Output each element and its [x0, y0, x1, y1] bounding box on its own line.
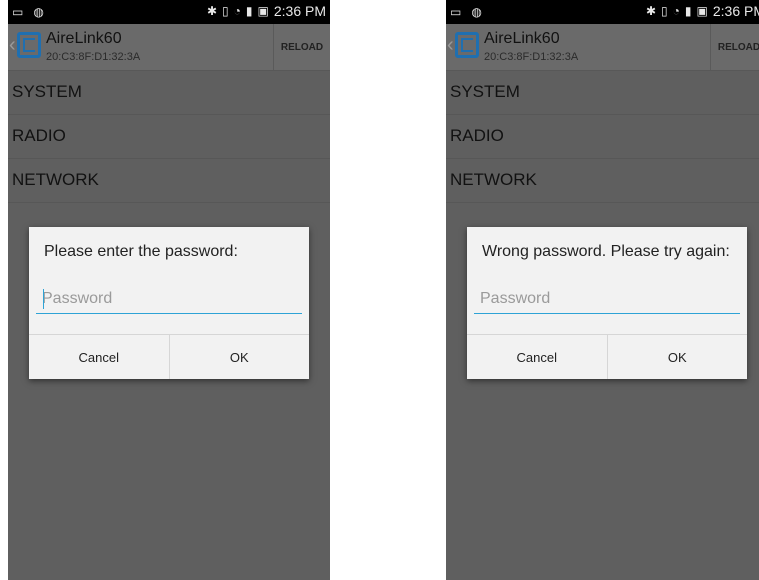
screenshot-icon: ▭	[450, 5, 462, 19]
vibrate-icon: ▯	[661, 4, 668, 18]
dialog-buttons: Cancel OK	[29, 334, 309, 379]
dialog-message: Wrong password. Please try again:	[482, 243, 730, 260]
battery-icon: ▣	[696, 4, 708, 18]
text-cursor	[43, 289, 44, 309]
bluetooth-icon: ✱	[206, 4, 218, 18]
menu-item-network[interactable]: NETWORK	[8, 158, 330, 203]
device-title: AireLink60	[484, 30, 560, 47]
screenshot-icon: ▭	[12, 5, 24, 19]
status-time: 2:36 PM	[273, 3, 326, 19]
reload-button[interactable]: RELOAD	[273, 24, 330, 70]
wifi-icon: ◔	[233, 4, 241, 18]
device-title: AireLink60	[46, 30, 122, 47]
password-dialog: Please enter the password: Cancel OK	[29, 227, 309, 379]
signal-icon: ▮	[684, 4, 692, 18]
password-field-container	[36, 287, 302, 314]
dialog-buttons: Cancel OK	[467, 334, 747, 379]
action-bar: ‹ AireLink60 20:C3:8F:D1:32:3A RELOAD	[8, 24, 330, 71]
menu-item-radio[interactable]: RADIO	[8, 114, 330, 159]
menu-item-network[interactable]: NETWORK	[446, 158, 759, 203]
status-bar: ▭ ◍ ✱ ▯ ◔ ▮ ▣ 2:36 PM	[8, 0, 330, 24]
notification-icon: ◍	[33, 5, 44, 19]
dialog-message: Please enter the password:	[44, 243, 238, 260]
device-mac-address: 20:C3:8F:D1:32:3A	[484, 51, 579, 63]
cancel-button[interactable]: Cancel	[467, 335, 607, 379]
notification-icon: ◍	[471, 5, 482, 19]
menu-item-system[interactable]: SYSTEM	[8, 70, 330, 115]
app-logo-icon	[455, 32, 479, 58]
menu-item-system[interactable]: SYSTEM	[446, 70, 759, 115]
phone-screen-left: ▭ ◍ ✱ ▯ ◔ ▮ ▣ 2:36 PM ‹ AireLink60 20:C3…	[8, 0, 330, 580]
wifi-icon: ◔	[672, 4, 680, 18]
password-input[interactable]	[36, 287, 302, 311]
status-bar: ▭ ◍ ✱ ▯ ◔ ▮ ▣ 2:36 PM	[446, 0, 759, 24]
reload-button[interactable]: RELOAD	[710, 24, 759, 70]
password-field-container	[474, 287, 740, 314]
back-chevron-icon[interactable]: ‹	[9, 34, 16, 57]
battery-icon: ▣	[257, 4, 269, 18]
ok-button[interactable]: OK	[606, 335, 748, 379]
status-time: 2:36 PM	[712, 3, 759, 19]
vibrate-icon: ▯	[222, 4, 229, 18]
signal-icon: ▮	[245, 4, 253, 18]
app-logo-icon	[17, 32, 41, 58]
password-input[interactable]	[474, 287, 740, 311]
back-chevron-icon[interactable]: ‹	[447, 34, 454, 57]
action-bar: ‹ AireLink60 20:C3:8F:D1:32:3A RELOAD	[446, 24, 759, 71]
ok-button[interactable]: OK	[168, 335, 310, 379]
menu-item-radio[interactable]: RADIO	[446, 114, 759, 159]
cancel-button[interactable]: Cancel	[29, 335, 169, 379]
phone-screen-right: ▭ ◍ ✱ ▯ ◔ ▮ ▣ 2:36 PM ‹ AireLink60 20:C3…	[446, 0, 759, 580]
password-dialog: Wrong password. Please try again: Cancel…	[467, 227, 747, 379]
bluetooth-icon: ✱	[645, 4, 657, 18]
device-mac-address: 20:C3:8F:D1:32:3A	[46, 51, 141, 63]
